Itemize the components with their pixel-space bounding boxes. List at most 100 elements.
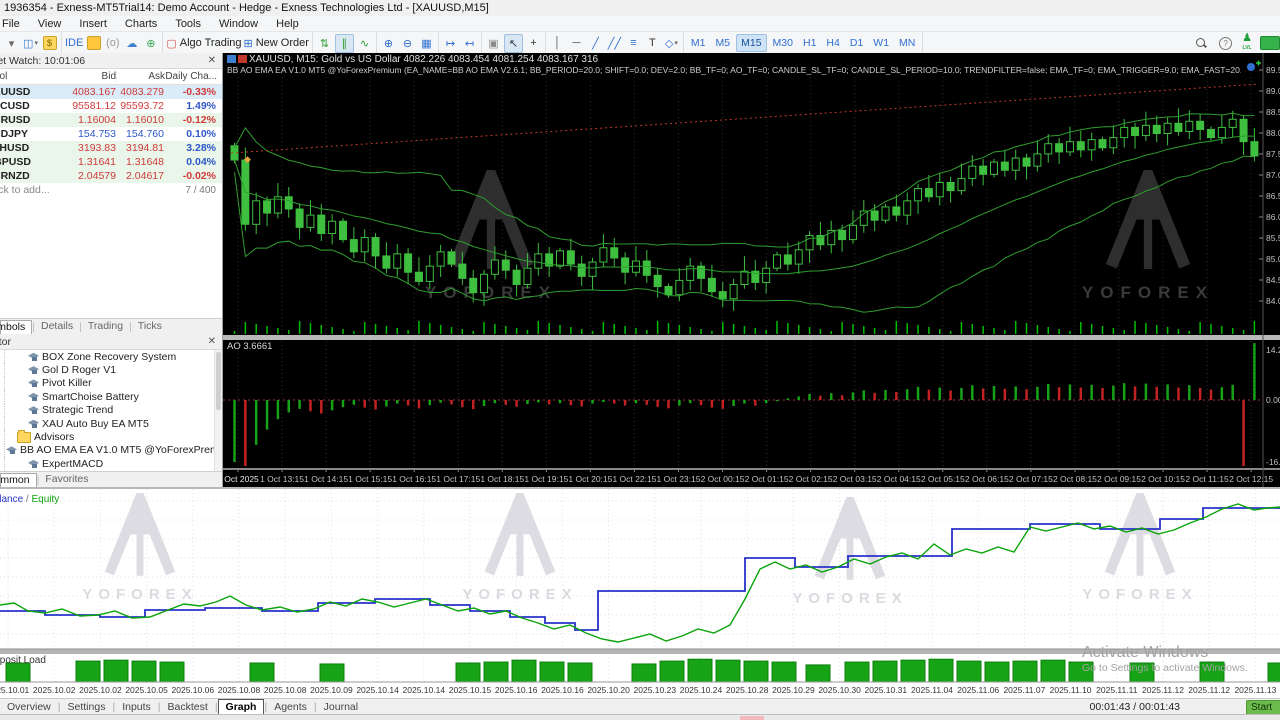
vertical-line-icon[interactable]: │ xyxy=(549,35,566,52)
market-watch-row[interactable]: ETHUSD3193.833194.813.28% xyxy=(0,141,222,155)
navigator-item[interactable]: BOX Zone Recovery System xyxy=(0,350,222,363)
shift-end-icon[interactable]: ↦ xyxy=(442,35,459,52)
market-watch-row[interactable]: USDJPY154.753154.7600.10% xyxy=(0,127,222,141)
trendline-icon[interactable]: ╱ xyxy=(587,35,604,52)
auto-scroll-icon[interactable]: ↤ xyxy=(461,35,478,52)
metaeditor-ide-icon[interactable]: IDE xyxy=(65,35,83,52)
shapes-icon[interactable]: ◇▾ xyxy=(663,35,680,52)
timeframe-mn[interactable]: MN xyxy=(895,35,919,51)
tab-graph[interactable]: Graph xyxy=(218,699,265,714)
lvl-icon[interactable]: ♟LVL xyxy=(1242,33,1252,53)
chart-area[interactable]: XAUUSD, M15: Gold vs US Dollar 4082.226 … xyxy=(223,53,1280,487)
tab-common[interactable]: Common xyxy=(0,473,37,487)
date-axis-label: 2025.11.12 xyxy=(1188,685,1230,695)
grid-icon[interactable]: ▦ xyxy=(418,35,435,52)
text-tool-icon[interactable]: T xyxy=(644,35,661,52)
screenshot-icon[interactable]: ▣ xyxy=(485,35,502,52)
legend-balance: Balance xyxy=(0,494,23,505)
timeframe-w1[interactable]: W1 xyxy=(869,35,893,51)
new-order-label: New Order xyxy=(256,37,309,49)
navigator-item[interactable]: XAU Auto Buy EA MT5 xyxy=(0,417,222,430)
col-daily-change[interactable]: Daily Cha... xyxy=(165,71,217,82)
community-icon[interactable]: ⊕ xyxy=(142,35,159,52)
tab-details[interactable]: Details xyxy=(35,320,79,333)
col-symbol[interactable]: Symbol xyxy=(0,71,7,82)
help-icon[interactable]: ? xyxy=(1219,37,1232,50)
timeframe-m30[interactable]: M30 xyxy=(769,35,797,51)
algo-trading-icon[interactable]: ▢Algo Trading xyxy=(166,35,241,52)
market-watch-row[interactable]: EURNZD2.045792.04617-0.02% xyxy=(0,169,222,183)
navigator-item[interactable]: Gol D Roger V1 xyxy=(0,363,222,376)
tab-ticks[interactable]: Ticks xyxy=(132,320,168,333)
tab-inputs[interactable]: Inputs xyxy=(115,700,158,714)
menu-item-tools[interactable]: Tools xyxy=(166,18,210,30)
backtest-graph-panel[interactable]: Balance / Equity Deposit Load YOFOREXYOF… xyxy=(0,487,1280,700)
candle-mode-icon[interactable]: ∥ xyxy=(335,34,354,53)
timeframe-m1[interactable]: M1 xyxy=(687,35,710,51)
market-watch-row[interactable]: GBPUSD1.316411.316480.04% xyxy=(0,155,222,169)
timeframe-h1[interactable]: H1 xyxy=(799,35,820,51)
col-bid[interactable]: Bid xyxy=(70,71,116,82)
menu-item-file[interactable]: File xyxy=(0,18,29,30)
navigator-item[interactable]: Advisors xyxy=(0,430,222,443)
tab-agents[interactable]: Agents xyxy=(267,700,314,714)
navigator-item[interactable]: SmartChoise Battery xyxy=(0,390,222,403)
tab-favorites[interactable]: Favorites xyxy=(39,473,94,486)
timeframe-m5[interactable]: M5 xyxy=(712,35,735,51)
deposit-load-bar xyxy=(660,661,684,682)
click-to-add[interactable]: Click to add... xyxy=(0,184,50,196)
chart-window-icon[interactable]: ◫▾ xyxy=(22,35,39,52)
timeframe-d1[interactable]: D1 xyxy=(846,35,867,51)
time-axis-label: 1 Oct 22:15 xyxy=(612,474,656,484)
menu-item-insert[interactable]: Insert xyxy=(70,18,116,30)
tab-trading[interactable]: Trading xyxy=(82,320,129,333)
date-axis-label: 2025.11.06 xyxy=(957,685,999,695)
tab-settings[interactable]: Settings xyxy=(61,700,113,714)
search-icon[interactable] xyxy=(1195,37,1207,49)
market-watch-row[interactable]: XAUUSD4083.1674083.279-0.33% xyxy=(0,85,222,99)
order-marker-icon: ◆ xyxy=(244,154,251,164)
close-icon[interactable]: ✕ xyxy=(206,336,218,347)
bid-value: 1.16004 xyxy=(70,114,116,126)
start-button[interactable]: Start xyxy=(1246,700,1280,714)
chart-window-icon xyxy=(227,55,236,63)
horizontal-line-icon[interactable]: ─ xyxy=(568,35,585,52)
fibonacci-icon[interactable]: ≡ xyxy=(625,35,642,52)
new-order-icon[interactable]: ⊞New Order xyxy=(244,35,309,52)
timeframe-m15[interactable]: M15 xyxy=(736,34,766,52)
tab-backtest[interactable]: Backtest xyxy=(161,700,215,714)
navigator-item[interactable]: Pivot Killer xyxy=(0,377,222,390)
tab-overview[interactable]: Overview xyxy=(0,700,58,714)
channel-icon[interactable]: ╱╱ xyxy=(606,35,623,52)
navigator-item[interactable]: BB AO EMA EA V1.0 MT5 @YoForexPremium xyxy=(0,444,222,457)
menu-item-view[interactable]: View xyxy=(29,18,71,30)
menu-item-window[interactable]: Window xyxy=(210,18,267,30)
ea-status-icon[interactable] xyxy=(1247,63,1255,71)
close-icon[interactable]: ✕ xyxy=(206,55,218,66)
deposit-money-icon[interactable]: $ xyxy=(41,35,58,52)
market-watch-row[interactable]: BTCUSD95581.1295593.721.49% xyxy=(0,99,222,113)
zoom-out-icon[interactable]: ⊖ xyxy=(399,35,416,52)
deposit-load-bar xyxy=(716,660,740,682)
navigator-scrollbar[interactable] xyxy=(214,350,222,471)
timeframe-h4[interactable]: H4 xyxy=(822,35,843,51)
cursor-icon[interactable]: ↖ xyxy=(504,34,523,53)
profile-dropdown-icon[interactable]: ▾ xyxy=(3,35,20,52)
navigator-item[interactable]: ExpertMACD xyxy=(0,457,222,470)
tab-symbols[interactable]: Symbols xyxy=(0,320,32,334)
tab-journal[interactable]: Journal xyxy=(317,700,365,714)
vps-cloud-icon[interactable]: ☁ xyxy=(123,35,140,52)
signals-icon[interactable]: (o) xyxy=(104,35,121,52)
col-ask[interactable]: Ask xyxy=(116,71,165,82)
line-mode-icon[interactable]: ∿ xyxy=(356,35,373,52)
zoom-in-icon[interactable]: ⊕ xyxy=(380,35,397,52)
menu-item-charts[interactable]: Charts xyxy=(116,18,166,30)
menu-item-help[interactable]: Help xyxy=(267,18,308,30)
deposit-load-bar xyxy=(744,661,768,682)
crosshair-icon[interactable]: + xyxy=(525,35,542,52)
navigator-item[interactable]: Strategic Trend xyxy=(0,404,222,417)
market-bag-icon[interactable] xyxy=(85,35,102,52)
market-watch-row[interactable]: EURUSD1.160041.16010-0.12% xyxy=(0,113,222,127)
candlestick-chart[interactable]: YOFOREXYOFOREX1 Oct 20251 Oct 13:151 Oct… xyxy=(223,53,1280,487)
tick-chart-icon[interactable]: ⇅ xyxy=(316,35,333,52)
